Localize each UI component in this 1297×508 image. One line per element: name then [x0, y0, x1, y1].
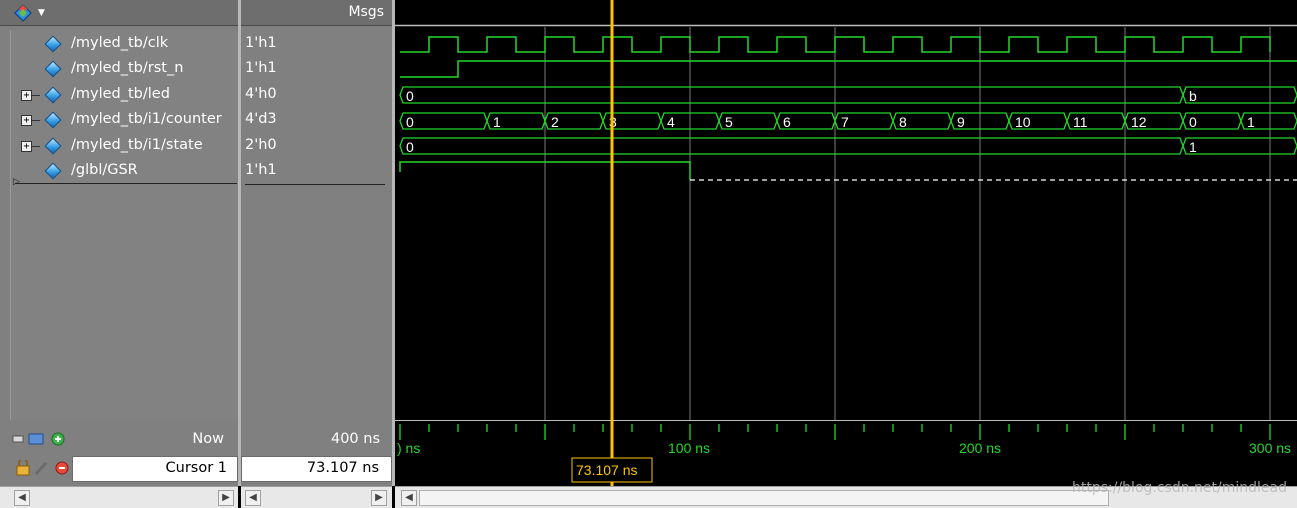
counter-segment-label: 7: [841, 114, 849, 130]
counter-segment-label: 12: [1131, 114, 1147, 130]
now-toolbar-icons[interactable]: [12, 432, 68, 446]
cursor-label: Cursor 1: [165, 460, 228, 476]
signal-name: /myled_tb/clk: [71, 35, 169, 51]
signal-value: 4'h0: [245, 86, 277, 102]
watermark: https://blog.csdn.net/mindlead: [1071, 480, 1287, 496]
tick-label: ) ns: [397, 440, 420, 456]
signal-diamond-icon: [44, 162, 62, 180]
waveform-canvas[interactable]: 0b01234567891011120101 ) ns 100 ns 200 n…: [395, 0, 1297, 486]
signal-name: /myled_tb/i1/state: [71, 137, 203, 153]
cursor-flag-label: 73.107 ns: [576, 462, 638, 478]
counter-segment-label: 5: [725, 114, 733, 130]
signal-name: /glbl/GSR: [71, 162, 138, 178]
signal-diamond-icon: [44, 111, 62, 129]
names-header: ▼: [0, 0, 238, 26]
msgs-label: Msgs: [348, 4, 384, 20]
signal-name: /myled_tb/i1/counter: [71, 111, 222, 127]
scroll-left-icon[interactable]: ◀: [245, 490, 261, 506]
counter-segment-label: 1: [1247, 114, 1255, 130]
counter-segment-label: 9: [957, 114, 965, 130]
tick-label: 300 ns: [1249, 440, 1291, 456]
values-hscrollbar[interactable]: ◀ ▶: [241, 486, 392, 508]
counter-segment-label: 4: [667, 114, 675, 130]
signal-diamond-icon: [44, 60, 62, 78]
counter-segment-label: 6: [783, 114, 791, 130]
tick-label: 100 ns: [668, 440, 710, 456]
scroll-right-icon[interactable]: ▶: [218, 490, 234, 506]
signal-names-pane: ▼ /myled_tb/clk /myled_tb/rst_n + /myled…: [0, 0, 238, 486]
signal-row-counter[interactable]: + /myled_tb/i1/counter: [11, 108, 239, 132]
tree-connector: [32, 95, 40, 96]
signal-row-clk[interactable]: /myled_tb/clk: [11, 32, 239, 56]
scroll-right-icon[interactable]: ▶: [371, 490, 387, 506]
expand-plus-icon[interactable]: +: [21, 115, 32, 126]
led-segment-label: 0: [406, 88, 414, 104]
signal-diamond-icon: [44, 137, 62, 155]
signal-row-state[interactable]: + /myled_tb/i1/state: [11, 134, 239, 158]
counter-segment-label: 0: [1189, 114, 1197, 130]
counter-segment-label: 10: [1015, 114, 1031, 130]
state-segment-label: 0: [406, 139, 414, 155]
tick-label: 200 ns: [959, 440, 1001, 456]
signal-value: 2'h0: [245, 137, 277, 153]
names-hscrollbar[interactable]: ◀ ▶: [0, 486, 238, 508]
scroll-left-icon[interactable]: ◀: [401, 490, 417, 506]
scroll-thumb[interactable]: [419, 490, 1109, 506]
now-label: Now: [192, 431, 224, 447]
signal-value: 1'h1: [245, 35, 277, 51]
counter-segment-label: 11: [1073, 114, 1088, 130]
signal-diamond-icon: [44, 35, 62, 53]
tree-connector: [32, 146, 40, 147]
counter-segment-label: 8: [899, 114, 907, 130]
signal-value: 4'd3: [245, 111, 277, 127]
cursor-value: 73.107 ns: [306, 460, 379, 476]
expand-plus-icon[interactable]: +: [21, 141, 32, 152]
now-value: 400 ns: [330, 431, 380, 447]
signal-list: /myled_tb/clk /myled_tb/rst_n + /myled_t…: [10, 30, 238, 420]
counter-segment-label: 2: [551, 114, 559, 130]
insertion-arrow-icon: ▷: [13, 177, 20, 187]
cursor-toolbar-icons[interactable]: [16, 458, 72, 476]
chevron-down-icon[interactable]: ▼: [38, 8, 45, 18]
cursor-name-field[interactable]: Cursor 1: [72, 456, 238, 482]
wave-toolbar-icon[interactable]: [14, 4, 32, 22]
signal-diamond-icon: [44, 86, 62, 104]
scroll-left-icon[interactable]: ◀: [14, 490, 30, 506]
signal-row-rst-n[interactable]: /myled_tb/rst_n: [11, 57, 239, 81]
value-underline: [245, 184, 385, 185]
insertion-marker: [15, 183, 237, 184]
signal-name: /myled_tb/rst_n: [71, 60, 184, 76]
values-header: Msgs: [241, 0, 392, 26]
signal-values-pane: Msgs 1'h1 1'h1 4'h0 4'd3 2'h0 1'h1 400 n…: [241, 0, 392, 486]
counter-segment-label: 1: [493, 114, 501, 130]
tree-connector: [32, 120, 40, 121]
signal-row-gsr[interactable]: /glbl/GSR: [11, 159, 239, 183]
cursor-value-field[interactable]: 73.107 ns: [241, 456, 392, 482]
signal-row-led[interactable]: + /myled_tb/led: [11, 83, 239, 107]
signal-name: /myled_tb/led: [71, 86, 170, 102]
counter-segment-label: 0: [406, 114, 414, 130]
led-segment-label: b: [1189, 88, 1197, 104]
expand-plus-icon[interactable]: +: [21, 90, 32, 101]
state-segment-label: 1: [1189, 139, 1197, 155]
signal-value: 1'h1: [245, 162, 277, 178]
signal-value: 1'h1: [245, 60, 277, 76]
